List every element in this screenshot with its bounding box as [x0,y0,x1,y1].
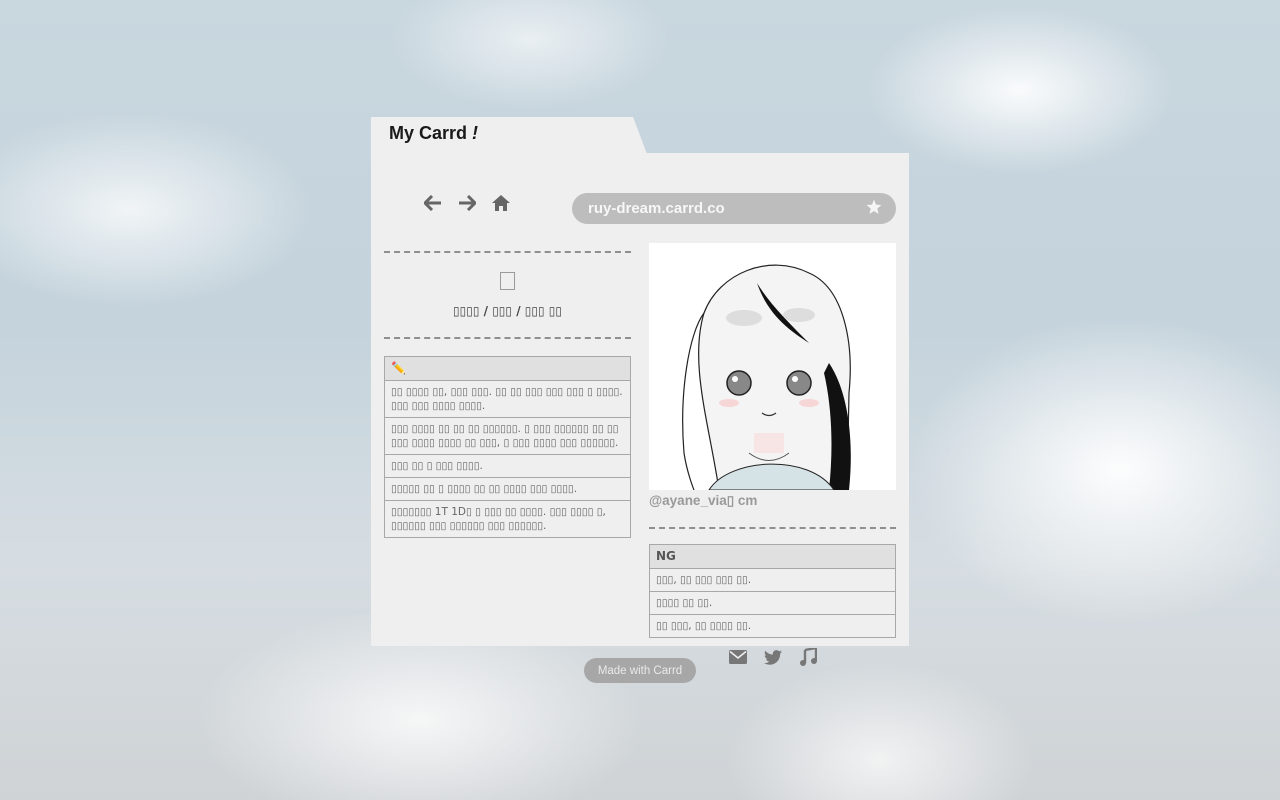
address-bar[interactable]: ruy-dream.carrd.co [572,193,896,224]
profile-subtitle: ▯▯▯▯ / ▯▯▯ / ▯▯▯ ▯▯ [453,304,562,318]
table-row: ▯▯▯, ▯▯ ▯▯▯ ▯▯▯ ▯▯. [650,568,895,591]
table-row: ▯▯▯ ▯▯▯▯ ▯▯ ▯▯ ▯▯ ▯▯▯▯▯▯. ▯ ▯▯▯ ▯▯▯▯▯▯ ▯… [385,417,630,454]
music-icon[interactable] [798,647,818,667]
ng-table: NG ▯▯▯, ▯▯ ▯▯▯ ▯▯▯ ▯▯. ▯▯▯▯ ▯▯ ▯▯. ▯▯ ▯▯… [649,544,896,638]
home-icon[interactable] [491,193,511,213]
url-text: ruy-dream.carrd.co [588,200,725,217]
info-table: ✏️ ▯▯ ▯▯▯▯ ▯▯, ▯▯▯ ▯▯▯. ▯▯ ▯▯ ▯▯▯ ▯▯▯ ▯▯… [384,356,631,538]
table-row: ▯▯▯ ▯▯ ▯ ▯▯▯ ▯▯▯▯. [385,454,630,477]
tab-title-text: My Carrd [389,123,468,143]
content-panel: ruy-dream.carrd.co ▯▯▯▯ / ▯▯▯ / ▯▯▯ ▯▯ ✏… [371,153,909,666]
table-row: ▯▯▯▯▯ ▯▯ ▯ ▯▯▯▯ ▯▯ ▯▯ ▯▯▯▯ ▯▯▯ ▯▯▯▯. [385,477,630,500]
divider [649,527,896,529]
carrd-window: My Carrd ! ruy-dream.carrd.co ▯▯▯▯ / ▯▯▯… [371,117,909,666]
twitter-icon[interactable] [763,647,783,667]
table-row: ▯▯▯▯ ▯▯ ▯▯. [650,591,895,614]
tab-title: My Carrd ! [389,123,478,144]
table-row: ▯▯▯▯▯▯▯ 1T 1D▯ ▯ ▯▯▯ ▯▯ ▯▯▯▯. ▯▯▯ ▯▯▯▯ ▯… [385,500,630,537]
avatar [649,243,896,490]
nav-controls [423,193,511,213]
profile-heading: ▯▯▯▯ / ▯▯▯ / ▯▯▯ ▯▯ [384,253,631,337]
made-with-carrd-badge[interactable]: Made with Carrd [584,658,696,683]
tab-title-suffix: ! [472,123,479,143]
emoji-glyph [500,272,515,290]
ng-table-header: NG [650,545,895,568]
right-column: @ayane_via▯ cm NG ▯▯▯, ▯▯ ▯▯▯ ▯▯▯ ▯▯. ▯▯… [649,243,896,667]
divider [384,337,631,339]
table-row: ▯▯ ▯▯▯, ▯▯ ▯▯▯▯ ▯▯. [650,614,895,637]
left-column: ▯▯▯▯ / ▯▯▯ / ▯▯▯ ▯▯ ✏️ ▯▯ ▯▯▯▯ ▯▯, ▯▯▯ ▯… [384,251,631,538]
forward-arrow-icon[interactable] [457,193,477,213]
info-table-header: ✏️ [385,357,630,380]
mail-icon[interactable] [728,647,748,667]
social-handle: @ayane_via▯ cm [649,493,758,508]
star-icon[interactable] [866,199,882,219]
table-row: ▯▯ ▯▯▯▯ ▯▯, ▯▯▯ ▯▯▯. ▯▯ ▯▯ ▯▯▯ ▯▯▯ ▯▯▯ ▯… [385,380,630,417]
back-arrow-icon[interactable] [423,193,443,213]
window-tab: My Carrd ! [371,117,647,154]
